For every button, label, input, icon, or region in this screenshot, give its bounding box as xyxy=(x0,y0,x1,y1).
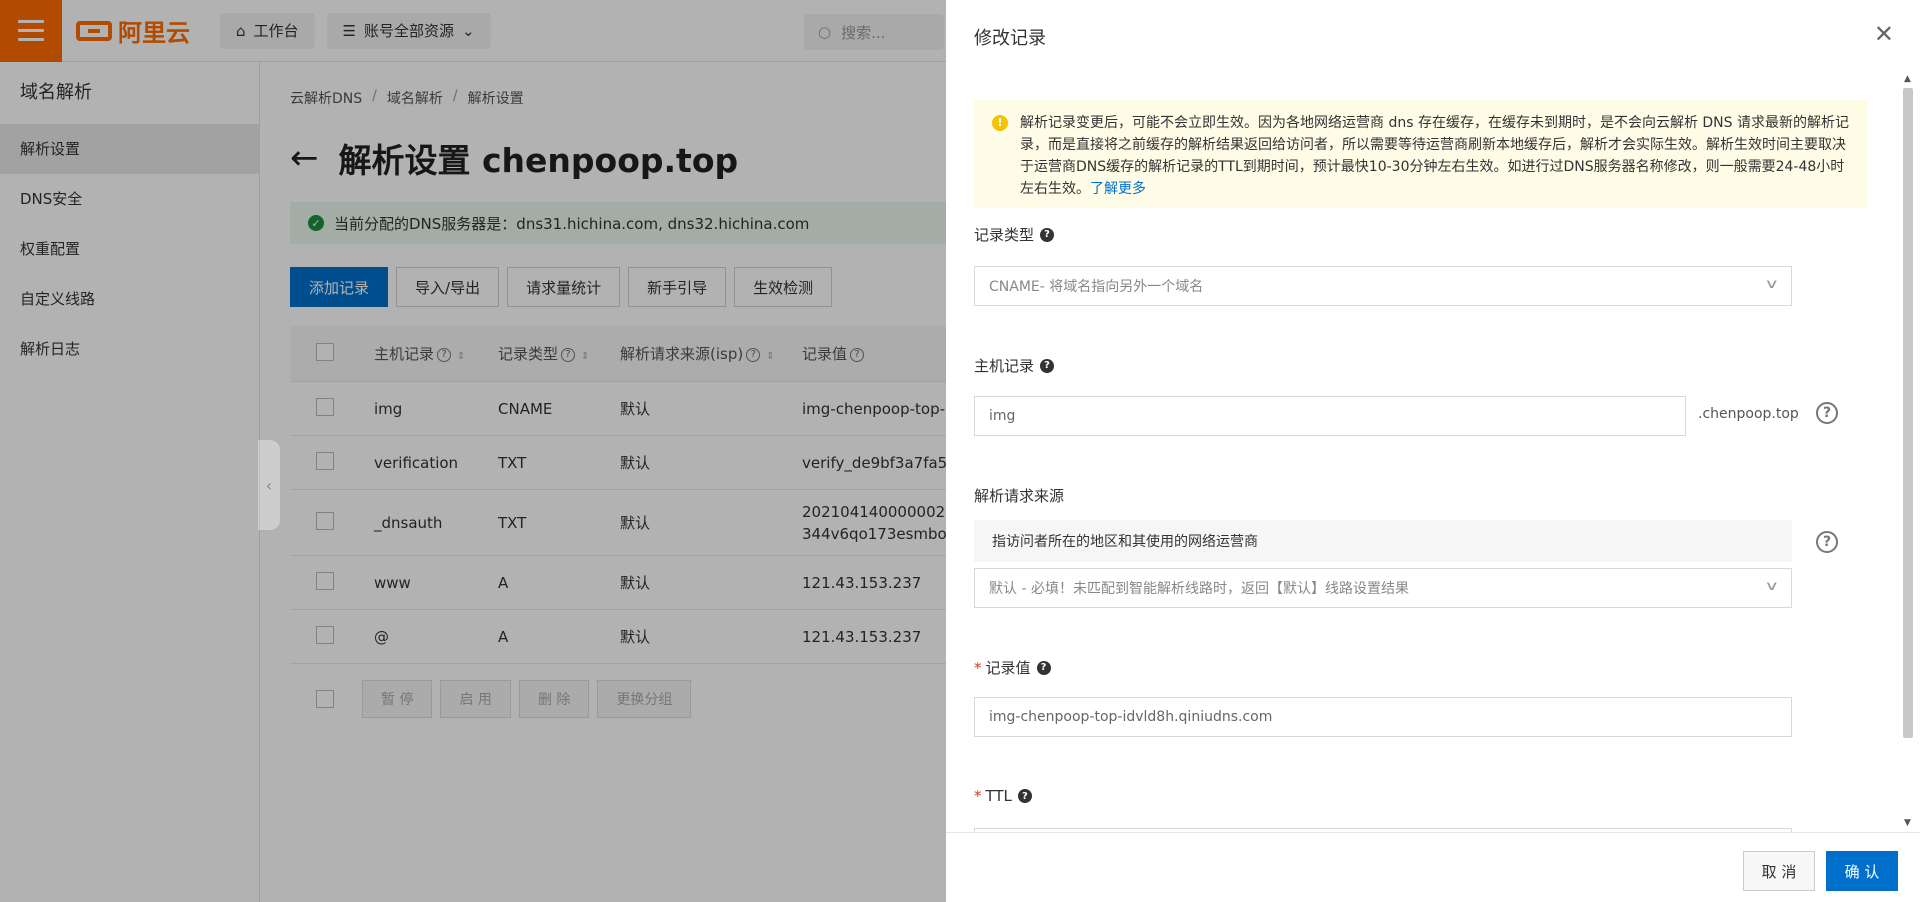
help-circle-icon[interactable]: ? xyxy=(1816,402,1838,424)
record-type-label: 记录类型? xyxy=(974,224,1055,245)
help-icon[interactable]: ? xyxy=(1040,358,1055,373)
help-icon[interactable]: ? xyxy=(1017,789,1032,803)
learn-more-link[interactable]: 了解更多 xyxy=(1090,181,1146,197)
host-record-input[interactable]: img xyxy=(974,396,1686,436)
warning-icon: ! xyxy=(992,115,1008,131)
drawer-header: 修改记录 ✕ xyxy=(946,0,1920,72)
source-select[interactable]: 默认 - 必填！未匹配到智能解析线路时，返回【默认】线路设置结果 ∨ xyxy=(974,568,1792,608)
source-description: 指访问者所在的地区和其使用的网络运营商 xyxy=(974,520,1792,562)
cache-notice: ! 解析记录变更后，可能不会立即生效。因为各地网络运营商 dns 存在缓存，在缓… xyxy=(974,100,1868,208)
confirm-button[interactable]: 确 认 xyxy=(1826,851,1898,891)
drawer-title: 修改记录 xyxy=(974,28,1046,49)
close-icon[interactable]: ✕ xyxy=(1874,22,1894,46)
ttl-label: * TTL? xyxy=(974,787,1032,805)
drawer-footer: 取 消 确 认 xyxy=(946,832,1920,902)
host-record-label: 主机记录? xyxy=(974,355,1055,376)
chevron-down-icon: ∨ xyxy=(1764,579,1780,594)
source-label: 解析请求来源 xyxy=(974,487,1065,505)
chevron-down-icon: ∨ xyxy=(1764,277,1780,292)
chevron-left-icon: ‹ xyxy=(265,475,273,495)
record-type-select[interactable]: CNAME- 将域名指向另外一个域名 ∨ xyxy=(974,266,1792,306)
collapse-sidebar-handle[interactable]: ‹ xyxy=(258,440,280,530)
edit-record-drawer: 修改记录 ✕ ! 解析记录变更后，可能不会立即生效。因为各地网络运营商 dns … xyxy=(946,0,1920,902)
help-icon[interactable]: ? xyxy=(1036,660,1051,675)
scroll-down-icon[interactable]: ▼ xyxy=(1904,818,1911,828)
scroll-up-icon[interactable]: ▲ xyxy=(1904,74,1911,84)
record-value-input[interactable]: img-chenpoop-top-idvld8h.qiniudns.com xyxy=(974,697,1792,737)
help-icon[interactable]: ? xyxy=(1040,227,1055,242)
record-value-label: * 记录值? xyxy=(974,657,1051,678)
drawer-scrollbar[interactable]: ▲ ▼ xyxy=(1900,72,1916,832)
domain-suffix: .chenpoop.top xyxy=(1698,406,1799,422)
scrollbar-thumb[interactable] xyxy=(1903,88,1913,738)
cancel-button[interactable]: 取 消 xyxy=(1743,851,1815,891)
help-circle-icon[interactable]: ? xyxy=(1816,531,1838,553)
